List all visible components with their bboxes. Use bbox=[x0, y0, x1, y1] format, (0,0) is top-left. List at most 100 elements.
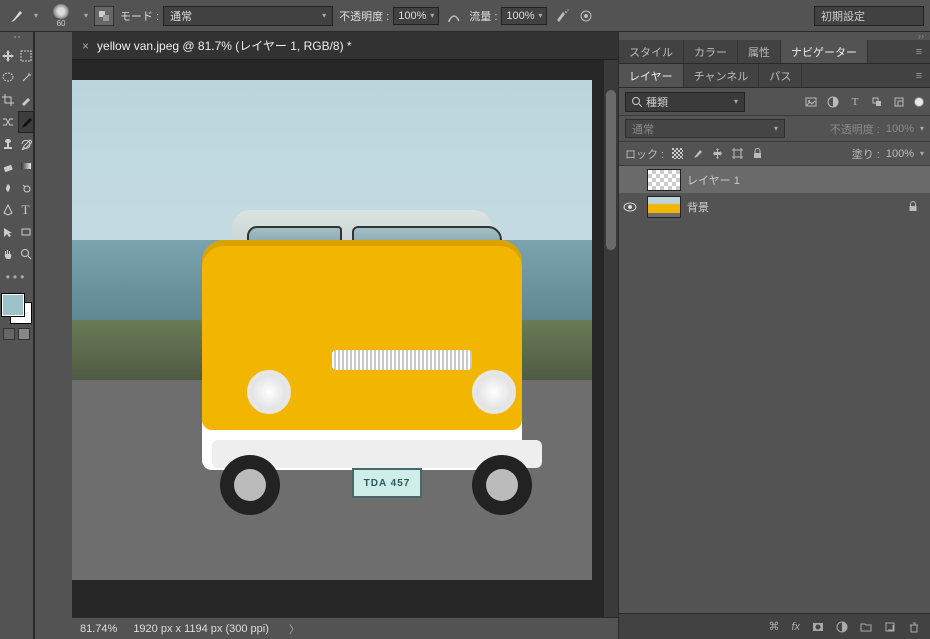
panel-tab[interactable]: 属性 bbox=[738, 40, 781, 63]
new-adjustment-icon[interactable] bbox=[836, 621, 848, 633]
status-bar-chevron-icon[interactable]: 〉 bbox=[289, 621, 300, 637]
hand-tool-icon[interactable] bbox=[1, 244, 15, 264]
opacity-group: 不透明度 : 100% ▾ bbox=[339, 7, 439, 25]
lasso-tool-icon[interactable] bbox=[1, 68, 15, 88]
flow-value: 100% bbox=[506, 10, 534, 22]
panel-tab[interactable]: レイヤー bbox=[619, 64, 684, 87]
canvas[interactable]: TDA 457 bbox=[72, 80, 592, 580]
panel-tabs-layers: レイヤーチャンネルパス ≡ bbox=[619, 64, 930, 88]
zoom-tool-icon[interactable] bbox=[19, 244, 33, 264]
document-tabbar: × yellow van.jpeg @ 81.7% (レイヤー 1, RGB/8… bbox=[72, 32, 618, 60]
lock-position-icon[interactable] bbox=[710, 147, 724, 161]
chevron-down-icon: ▾ bbox=[322, 11, 326, 20]
stamp-tool-icon[interactable] bbox=[1, 134, 15, 154]
layer-row[interactable]: レイヤー 1 bbox=[619, 166, 930, 193]
crop-tool-icon[interactable] bbox=[1, 90, 15, 110]
rectangle-tool-icon[interactable] bbox=[19, 222, 33, 242]
panel-menu-icon[interactable]: ≡ bbox=[908, 64, 930, 87]
delete-layer-icon[interactable] bbox=[908, 621, 920, 633]
close-tab-icon[interactable]: × bbox=[82, 39, 89, 53]
airbrush-icon[interactable] bbox=[553, 7, 571, 25]
chevron-down-icon[interactable]: ▾ bbox=[920, 124, 924, 133]
scrollbar-thumb[interactable] bbox=[606, 90, 616, 250]
type-tool-icon[interactable]: T bbox=[19, 200, 33, 220]
document-tab-title[interactable]: yellow van.jpeg @ 81.7% (レイヤー 1, RGB/8) … bbox=[97, 37, 352, 54]
edit-toolbar-icon[interactable]: ••• bbox=[6, 270, 28, 284]
pressure-opacity-icon[interactable] bbox=[445, 7, 463, 25]
panel-tab[interactable]: ナビゲーター bbox=[781, 40, 868, 63]
layer-thumbnail[interactable] bbox=[647, 169, 681, 191]
filter-pixel-icon[interactable] bbox=[804, 95, 818, 109]
filter-adjust-icon[interactable] bbox=[826, 95, 840, 109]
layer-opacity-value[interactable]: 100% bbox=[886, 123, 914, 135]
fill-value[interactable]: 100% bbox=[886, 148, 914, 160]
filter-shape-icon[interactable] bbox=[870, 95, 884, 109]
panel-tab[interactable]: カラー bbox=[684, 40, 738, 63]
smudge-tool-icon[interactable] bbox=[1, 178, 15, 198]
layer-blend-select[interactable]: 通常 ▾ bbox=[625, 119, 785, 138]
layer-name[interactable]: レイヤー 1 bbox=[687, 172, 740, 188]
chevron-down-icon[interactable]: ▾ bbox=[920, 149, 924, 158]
lock-paint-icon[interactable] bbox=[690, 147, 704, 161]
eraser-tool-icon[interactable] bbox=[1, 156, 15, 176]
toolbox-grip[interactable] bbox=[3, 36, 31, 44]
magic-wand-tool-icon[interactable] bbox=[19, 68, 33, 88]
panel-menu-icon[interactable]: ≡ bbox=[908, 40, 930, 63]
gradient-tool-icon[interactable] bbox=[19, 156, 33, 176]
vertical-scrollbar[interactable] bbox=[604, 60, 618, 617]
brush-tool-icon[interactable] bbox=[19, 112, 33, 132]
chevron-down-icon: ▾ bbox=[430, 11, 434, 20]
link-layers-icon[interactable]: ⌘ bbox=[768, 620, 779, 633]
visibility-toggle-icon[interactable] bbox=[623, 202, 641, 212]
layer-thumbnail[interactable] bbox=[647, 196, 681, 218]
path-select-tool-icon[interactable] bbox=[1, 222, 15, 242]
add-mask-icon[interactable] bbox=[812, 621, 824, 633]
lock-artboard-icon[interactable] bbox=[730, 147, 744, 161]
chevron-down-icon[interactable]: ▾ bbox=[34, 11, 38, 20]
tool-indicator-brush[interactable] bbox=[6, 5, 28, 27]
opacity-input[interactable]: 100% ▾ bbox=[393, 7, 439, 25]
filter-smart-icon[interactable] bbox=[892, 95, 906, 109]
pen-tool-icon[interactable] bbox=[1, 200, 15, 220]
brush-panel-toggle-icon[interactable] bbox=[94, 6, 114, 26]
new-layer-icon[interactable] bbox=[884, 621, 896, 633]
lock-transparency-icon[interactable] bbox=[670, 147, 684, 161]
eyedropper-tool-icon[interactable] bbox=[19, 90, 33, 110]
pressure-size-icon[interactable] bbox=[577, 7, 595, 25]
panel-tab[interactable]: パス bbox=[759, 64, 802, 87]
canvas-area[interactable]: TDA 457 ☜ bbox=[72, 60, 618, 617]
layer-blend-row: 通常 ▾ 不透明度 : 100% ▾ bbox=[619, 116, 930, 142]
layer-effects-icon[interactable]: fx bbox=[791, 621, 800, 633]
flow-input[interactable]: 100% ▾ bbox=[501, 7, 547, 25]
marquee-tool-icon[interactable] bbox=[19, 46, 33, 66]
color-wells[interactable] bbox=[2, 294, 32, 324]
new-group-icon[interactable] bbox=[860, 621, 872, 633]
shuffle-tool-icon[interactable] bbox=[1, 112, 15, 132]
history-brush-tool-icon[interactable] bbox=[19, 134, 33, 154]
lock-all-icon[interactable] bbox=[750, 147, 764, 161]
layers-panel-footer: ⌘ fx bbox=[619, 613, 930, 639]
quickmask-toggle[interactable] bbox=[3, 328, 30, 340]
panel-grip[interactable]: ›› bbox=[619, 32, 930, 40]
filter-toggle-switch[interactable] bbox=[914, 97, 924, 107]
layer-filter-select[interactable]: 種類 ▾ bbox=[625, 92, 745, 112]
blend-mode-select[interactable]: 通常 ▾ bbox=[163, 6, 333, 26]
lock-label: ロック : bbox=[625, 146, 664, 162]
layer-name[interactable]: 背景 bbox=[687, 199, 709, 215]
layer-opacity-label: 不透明度 : bbox=[830, 121, 880, 137]
panel-tab[interactable]: スタイル bbox=[619, 40, 684, 63]
filter-label: 種類 bbox=[646, 94, 668, 110]
chevron-down-icon[interactable]: ▾ bbox=[84, 11, 88, 20]
dodge-tool-icon[interactable] bbox=[19, 178, 33, 198]
brush-preset-picker[interactable]: 60 bbox=[44, 4, 78, 28]
preset-select[interactable]: 初期設定 bbox=[814, 6, 924, 26]
foreground-color-swatch[interactable] bbox=[2, 294, 24, 316]
document-dimensions[interactable]: 1920 px x 1194 px (300 ppi) bbox=[133, 623, 269, 635]
filter-type-icon[interactable]: T bbox=[848, 95, 862, 109]
panel-tabs-top: スタイルカラー属性ナビゲーター ≡ bbox=[619, 40, 930, 64]
mode-select-value: 通常 bbox=[170, 8, 192, 24]
move-tool-icon[interactable] bbox=[1, 46, 15, 66]
panel-tab[interactable]: チャンネル bbox=[684, 64, 760, 87]
layer-row[interactable]: 背景 bbox=[619, 193, 930, 220]
zoom-level[interactable]: 81.74% bbox=[80, 623, 117, 635]
